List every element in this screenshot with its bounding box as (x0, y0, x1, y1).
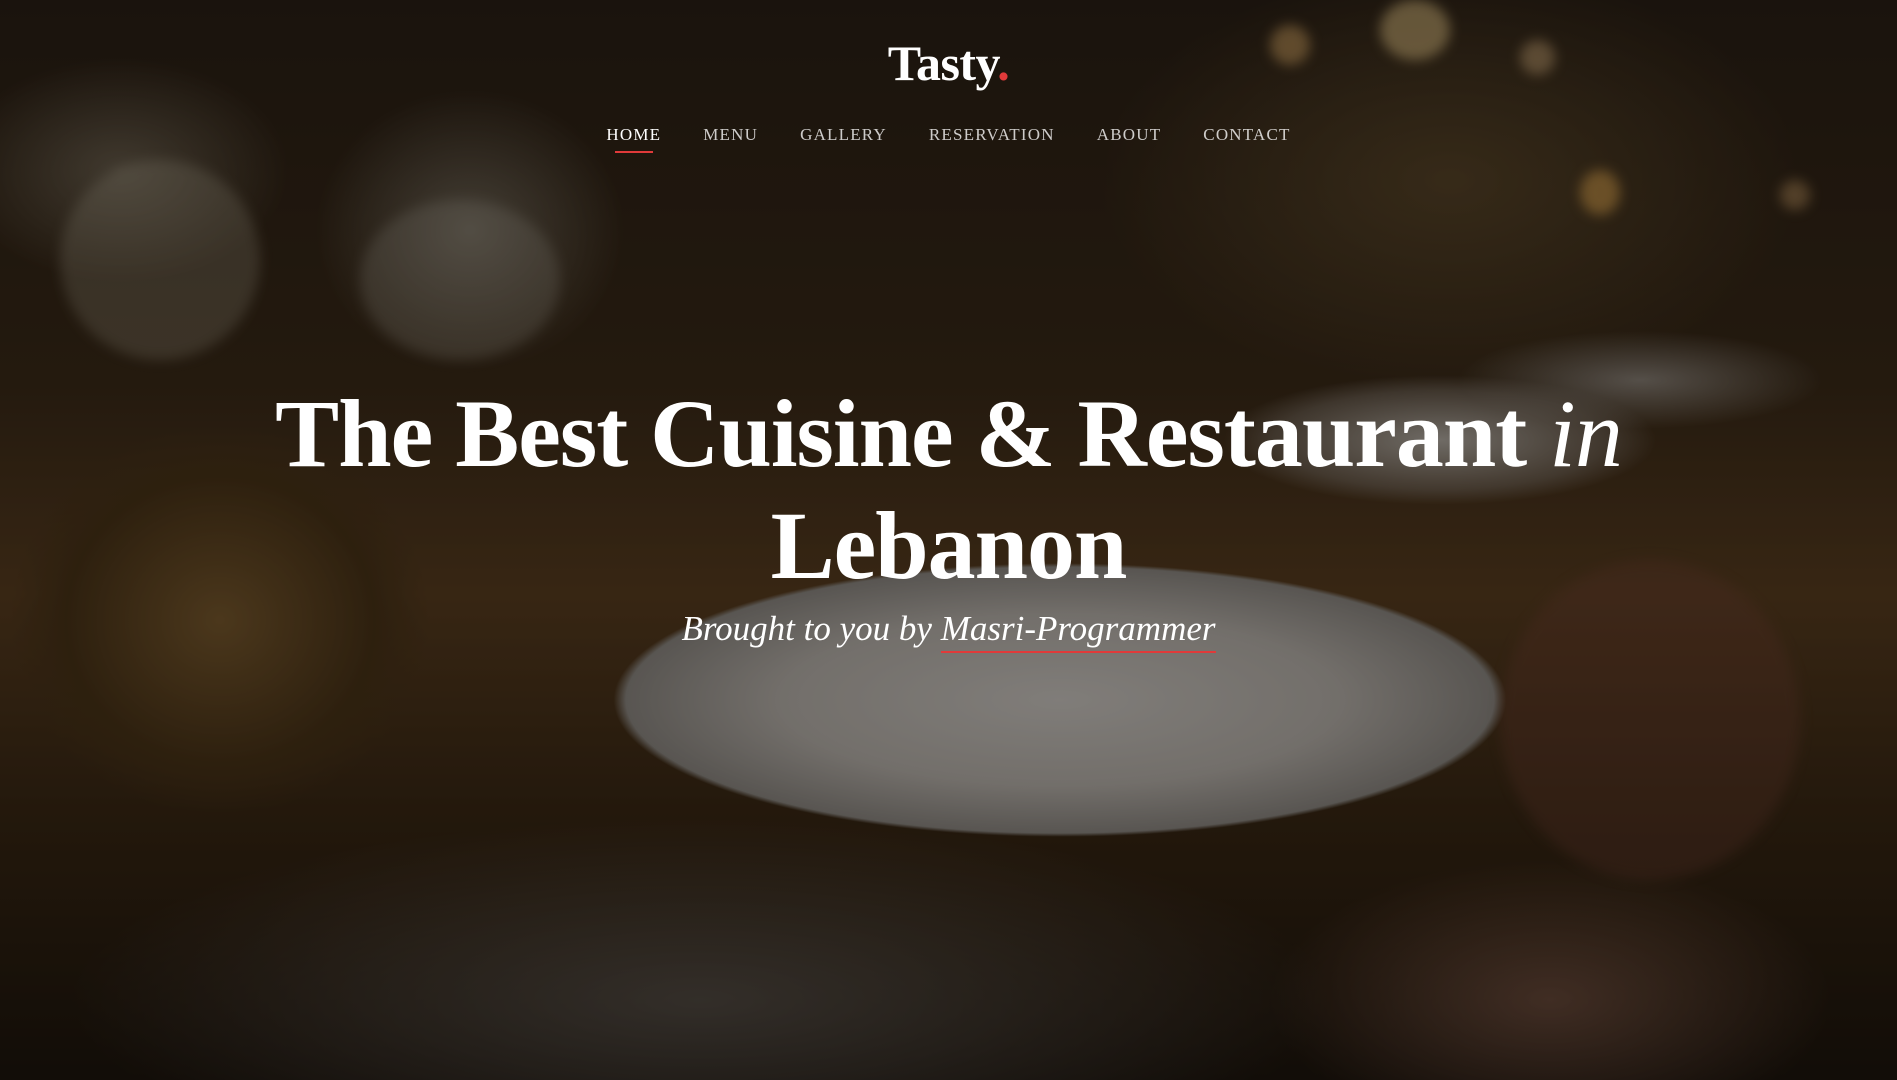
hero-section: Tasty. HOME MENU GALLERY RESERVATION ABO… (0, 0, 1897, 1080)
headline-italic-word: in (1549, 380, 1623, 487)
nav-contact[interactable]: CONTACT (1182, 121, 1311, 153)
nav-reservation[interactable]: RESERVATION (908, 121, 1076, 153)
subtitle-prefix: Brought to you by (681, 609, 941, 648)
main-nav: HOME MENU GALLERY RESERVATION ABOUT CONT… (0, 121, 1897, 153)
hero-subtitle: Brought to you by Masri-Programmer (0, 607, 1897, 653)
headline-line-2: Lebanon (770, 492, 1128, 599)
headline-main-text: The Best Cuisine & Restaurant (275, 380, 1550, 487)
nav-home[interactable]: HOME (585, 121, 682, 153)
nav-menu[interactable]: MENU (682, 121, 779, 153)
nav-gallery[interactable]: GALLERY (779, 121, 908, 153)
hero-headline: The Best Cuisine & Restaurant in Lebanon (0, 378, 1897, 602)
brand-name: Tasty (887, 35, 998, 91)
author-link[interactable]: Masri-Programmer (940, 607, 1216, 653)
nav-about[interactable]: ABOUT (1076, 121, 1183, 153)
brand-dot: . (997, 35, 1010, 91)
headline-line-1: The Best Cuisine & Restaurant in (0, 378, 1897, 490)
site-logo[interactable]: Tasty. (0, 34, 1897, 92)
